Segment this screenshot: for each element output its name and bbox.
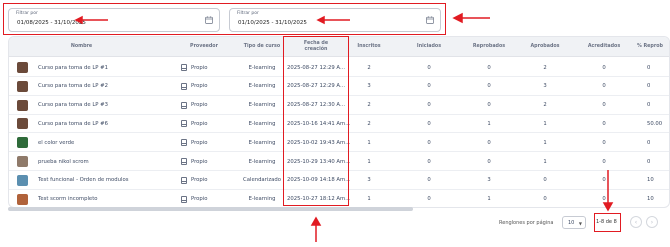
arrow-down-icon — [602, 202, 614, 212]
arrow-left-icon — [316, 15, 325, 25]
annotation-arrows — [74, 12, 614, 242]
arrow-left-icon — [74, 15, 83, 25]
arrow-left-icon — [452, 12, 463, 24]
arrow-up-icon — [310, 216, 322, 226]
